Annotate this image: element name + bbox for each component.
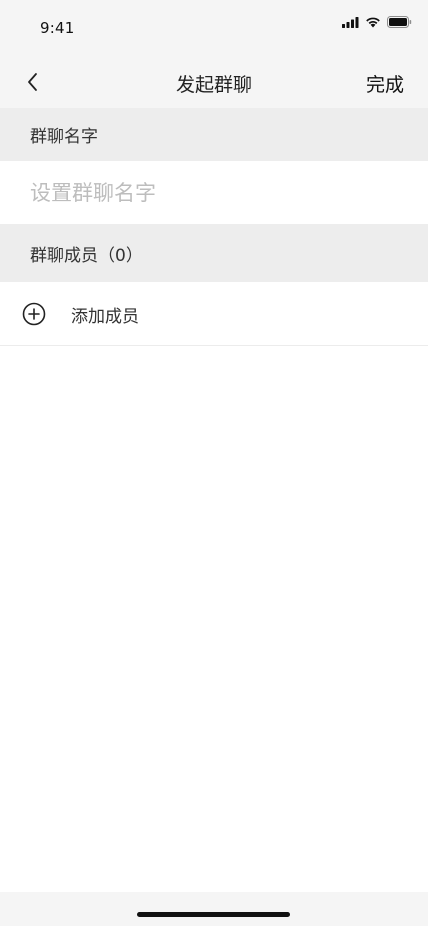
group-members-header-label: 群聊成员（0） [30,245,143,266]
group-name-input-row [0,161,428,224]
battery-icon [387,16,412,28]
add-member-label: 添加成员 [71,307,139,327]
group-name-input[interactable] [30,171,400,215]
done-button[interactable]: 完成 [366,70,404,97]
add-member-button[interactable]: 添加成员 [0,282,428,346]
group-name-header-label: 群聊名字 [30,127,98,147]
group-name-section-header: 群聊名字 [0,108,428,161]
status-bar: 9:41 [0,0,428,56]
plus-circle-icon [22,302,46,326]
status-icons [342,16,412,28]
bottom-bar [0,892,428,926]
page-title: 发起群聊 [175,74,252,96]
home-indicator[interactable] [137,912,290,917]
group-members-section-header: 群聊成员（0） [0,224,428,282]
wifi-icon [366,17,380,28]
navigation-bar: 发起群聊 完成 [0,56,428,108]
cellular-signal-icon [342,16,359,28]
status-time: 9:41 [40,19,75,37]
